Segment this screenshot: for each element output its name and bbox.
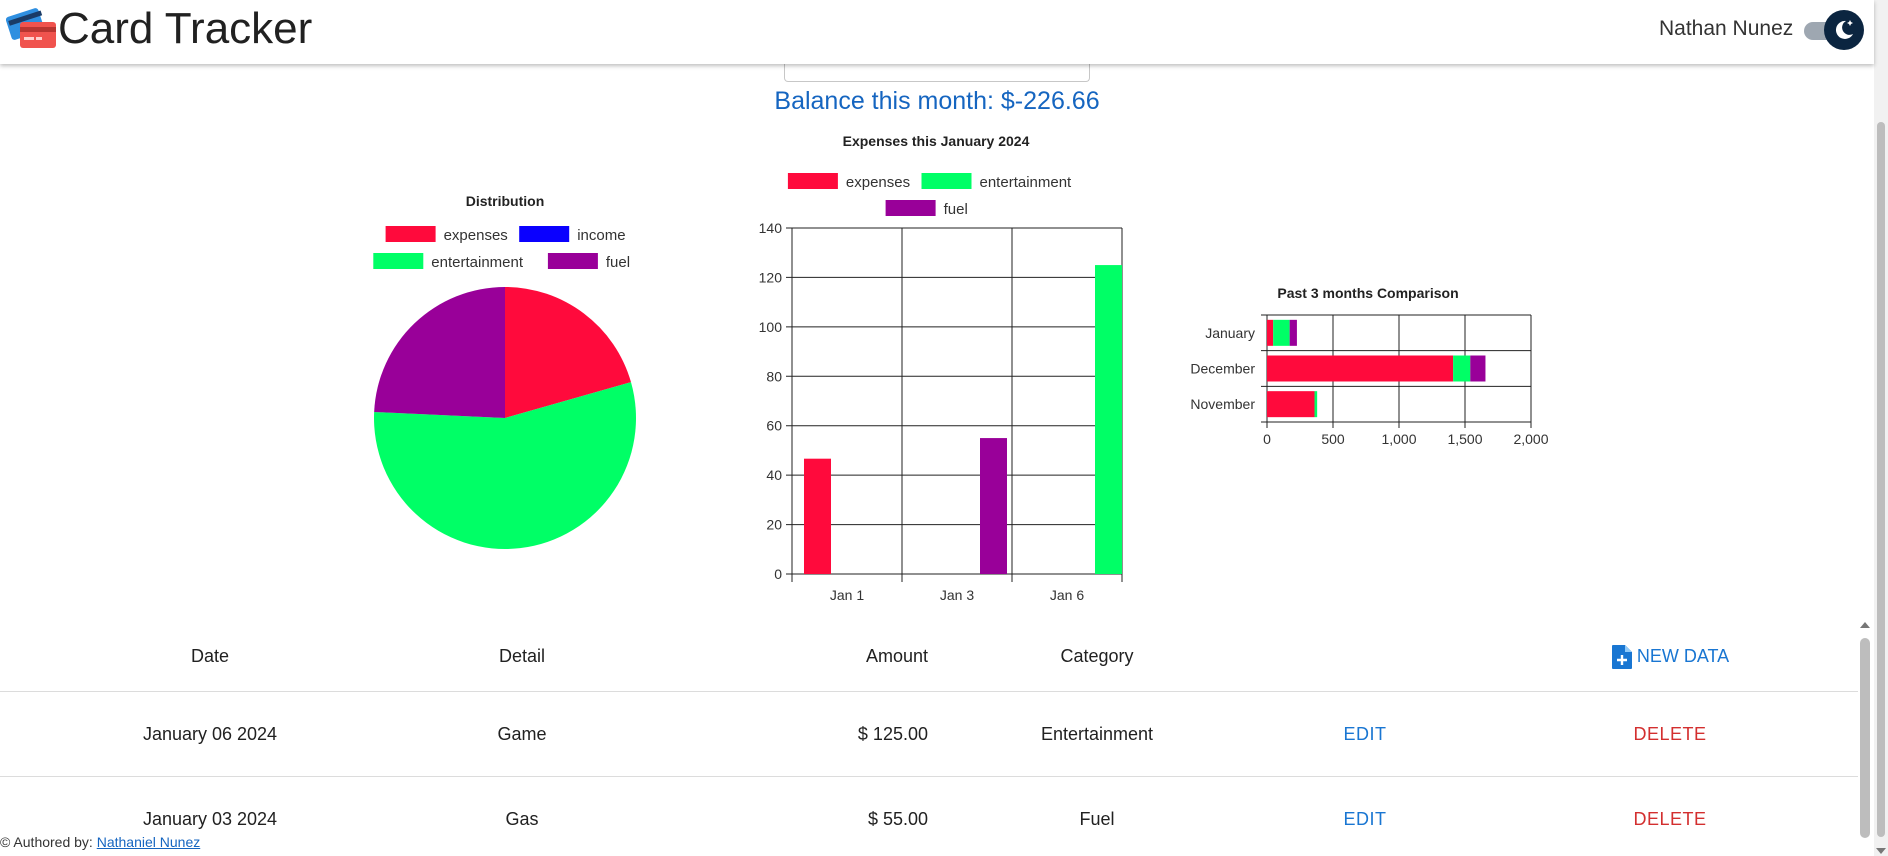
row-detail: Game	[497, 723, 547, 744]
add-file-icon	[1611, 644, 1632, 669]
y-tick-label: 140	[759, 220, 783, 236]
legend-label-expenses: expenses	[846, 174, 910, 191]
legend-swatch-entertainment	[921, 173, 972, 189]
page-scrollbar-thumb[interactable]	[1877, 122, 1885, 837]
x-tick-label: 500	[1321, 431, 1345, 447]
x-tick-label: 2,000	[1513, 431, 1548, 447]
dark-mode-toggle[interactable]	[1804, 10, 1868, 50]
x-tick-label: Jan 1	[830, 587, 864, 603]
x-tick-label: 0	[1263, 431, 1271, 447]
y-tick-label: 120	[759, 269, 783, 285]
pie-slice-fuel	[374, 287, 505, 418]
row-date: January 06 2024	[142, 723, 278, 744]
bar-segment-expenses	[1267, 355, 1454, 382]
bar-fuel	[980, 438, 1007, 574]
page-scrollbar[interactable]	[1874, 0, 1888, 856]
credit-card-logo-icon	[6, 8, 56, 48]
y-tick-label: November	[1190, 396, 1255, 412]
app-title: Card Tracker	[58, 4, 313, 53]
chart-title: Distribution	[466, 193, 545, 209]
y-tick-label: 60	[766, 418, 782, 434]
new-data-button[interactable]: NEW DATA	[1611, 644, 1729, 670]
chart-title: Past 3 months Comparison	[1277, 285, 1458, 301]
x-tick-label: 1,000	[1381, 431, 1416, 447]
moon-icon	[1835, 20, 1853, 39]
table-scrollbar-thumb[interactable]	[1860, 638, 1870, 838]
bar-segment-fuel	[1470, 355, 1486, 382]
edit-cell: EDIT	[1300, 777, 1430, 856]
comparison-bar-chart: Past 3 months Comparison 0 500 1,000 1,500 2,…	[1190, 285, 1548, 447]
legend-swatch-entertainment	[373, 253, 424, 269]
user-name: Nathan Nunez	[1659, 17, 1794, 40]
legend-swatch-fuel	[547, 253, 598, 269]
author-link[interactable]: Nathaniel Nunez	[97, 834, 201, 850]
legend-label-fuel: fuel	[606, 254, 630, 271]
header-amount: Amount	[865, 646, 928, 666]
x-tick-label: Jan 6	[1050, 587, 1084, 603]
row-detail: Gas	[505, 809, 539, 829]
legend-label-expenses: expenses	[444, 227, 508, 244]
legend-label-fuel: fuel	[944, 201, 968, 218]
table-scroll-up-arrow-icon[interactable]	[1858, 618, 1872, 632]
legend-swatch-fuel	[885, 200, 936, 216]
delete-cell: DELETE	[1580, 777, 1760, 856]
legend-label-income: income	[577, 227, 625, 244]
x-tick-label: 1,500	[1447, 431, 1482, 447]
row-amount: $ 125.00	[857, 723, 928, 744]
row-amount: $ 55.00	[867, 809, 928, 829]
edit-button[interactable]: EDIT	[1343, 724, 1386, 745]
delete-button[interactable]: DELETE	[1633, 724, 1706, 745]
chart-title: Expenses this January 2024	[843, 133, 1030, 149]
delete-cell: DELETE	[1580, 692, 1760, 776]
bar-segment-entertainment	[1453, 355, 1471, 382]
app-header: Card Tracker Nathan Nunez	[0, 0, 1874, 64]
balance-text: Balance this month: $-226.66	[774, 87, 1100, 115]
legend-swatch-expenses	[787, 173, 838, 189]
transactions-table: Date Detail Amount Category NEW DATA Jan…	[0, 622, 1858, 856]
y-tick-label: 80	[766, 368, 782, 384]
delete-button[interactable]: DELETE	[1633, 809, 1706, 830]
table-row: January 06 2024 Game $ 125.00 Entertainm…	[0, 692, 1858, 777]
toggle-thumb	[1824, 10, 1864, 50]
row-category: Entertainment	[1040, 723, 1154, 744]
header-date: Date	[190, 646, 230, 666]
bar-segment-fuel	[1289, 319, 1297, 346]
header-category: Category	[1060, 646, 1134, 666]
expenses-bar-chart: Expenses this January 2024 expenses entert…	[759, 133, 1123, 603]
legend-swatch-expenses	[385, 226, 436, 242]
legend-label-entertainment: entertainment	[980, 174, 1073, 191]
row-category: Fuel	[1079, 809, 1115, 829]
table-header-row: Date Detail Amount Category NEW DATA	[0, 622, 1858, 692]
bar-segment-entertainment	[1273, 319, 1290, 346]
y-tick-label: 0	[774, 566, 782, 582]
table-row: January 03 2024 Gas $ 55.00 Fuel EDIT DE…	[0, 777, 1858, 856]
bar-segment-expenses	[1267, 391, 1315, 418]
distribution-pie-chart: Distribution expenses income entertainment f…	[373, 193, 636, 549]
x-tick-label: Jan 3	[940, 587, 974, 603]
y-tick-label: 40	[766, 467, 782, 483]
y-tick-label: 20	[766, 517, 782, 533]
bar-segment-entertainment	[1314, 391, 1318, 418]
scroll-down-arrow-icon[interactable]	[1876, 848, 1886, 854]
y-tick-label: January	[1205, 325, 1255, 341]
y-tick-label: December	[1190, 361, 1255, 377]
legend-label-entertainment: entertainment	[431, 254, 524, 271]
header-detail: Detail	[498, 646, 546, 666]
new-data-cell: NEW DATA	[1580, 622, 1760, 691]
legend-swatch-income	[519, 226, 570, 242]
bar-expenses	[804, 458, 831, 574]
bar-entertainment	[1095, 265, 1122, 574]
footer: © Authored by: Nathaniel Nunez	[0, 834, 207, 850]
edit-button[interactable]: EDIT	[1343, 809, 1386, 830]
bar-segment-expenses	[1267, 319, 1274, 346]
footer-prefix: © Authored by:	[0, 834, 93, 850]
new-data-label: NEW DATA	[1636, 646, 1730, 666]
app-root: Card Tracker Nathan Nunez Balance this m…	[0, 0, 1888, 856]
y-tick-label: 100	[759, 319, 783, 335]
edit-cell: EDIT	[1300, 692, 1430, 776]
